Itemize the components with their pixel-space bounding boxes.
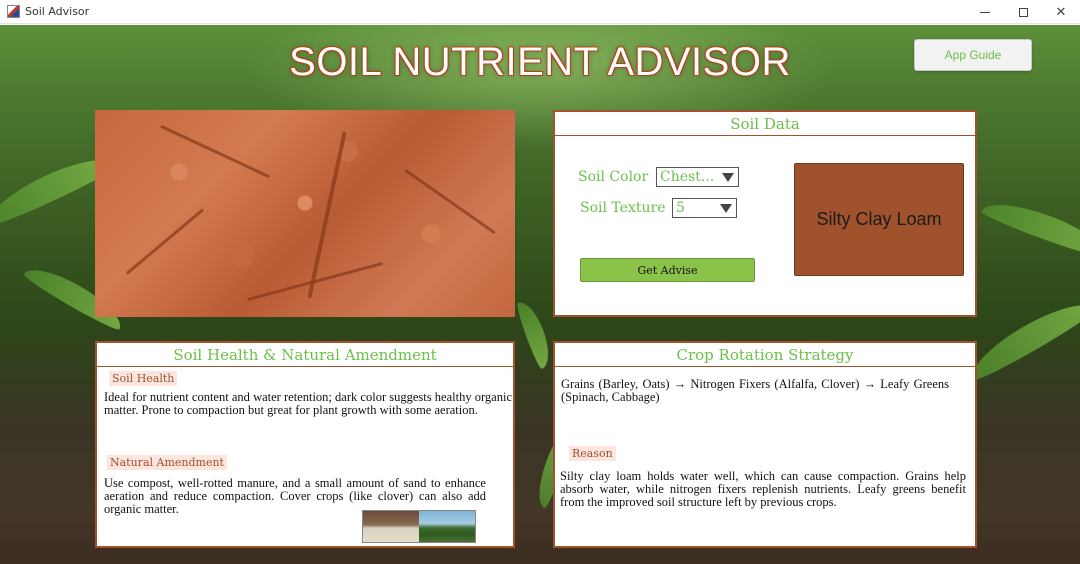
minimize-icon xyxy=(980,11,990,13)
maximize-button[interactable] xyxy=(1004,0,1042,24)
soil-type-result: Silty Clay Loam xyxy=(794,163,964,276)
soil-health-heading: Soil Health & Natural Amendment xyxy=(97,343,513,367)
soil-crack xyxy=(125,208,205,275)
field-image xyxy=(419,511,475,542)
soil-health-text: Ideal for nutrient content and water ret… xyxy=(104,390,512,417)
leaf-decoration xyxy=(514,298,556,370)
natural-amendment-tag: Natural Amendment xyxy=(107,455,227,470)
window-title: Soil Advisor xyxy=(25,5,90,18)
soil-crack xyxy=(159,124,271,179)
crop-rotation-panel: Crop Rotation Strategy Grains (Barley, O… xyxy=(553,341,977,548)
chevron-down-icon xyxy=(720,204,732,213)
get-advise-button[interactable]: Get Advise xyxy=(580,258,755,282)
soil-texture-label: Soil Texture xyxy=(580,200,666,216)
soil-color-label: Soil Color xyxy=(578,169,649,185)
close-icon: ✕ xyxy=(1055,4,1067,20)
soil-data-heading: Soil Data xyxy=(555,112,975,136)
app-guide-button[interactable]: App Guide xyxy=(914,39,1032,71)
compost-image xyxy=(363,511,419,542)
leaf-decoration xyxy=(962,291,1080,385)
soil-data-panel: Soil Data Soil Color Chest... Soil Textu… xyxy=(553,110,977,317)
window-controls: ✕ xyxy=(966,0,1080,24)
crop-rotation-heading: Crop Rotation Strategy xyxy=(555,343,975,367)
soil-image xyxy=(95,110,515,317)
close-button[interactable]: ✕ xyxy=(1042,0,1080,24)
minimize-button[interactable] xyxy=(966,0,1004,24)
app-icon xyxy=(7,5,20,18)
leaf-decoration xyxy=(979,193,1080,261)
chevron-down-icon xyxy=(722,173,734,182)
soil-health-panel: Soil Health & Natural Amendment Soil Hea… xyxy=(95,341,515,548)
soil-color-value: Chest... xyxy=(660,169,715,185)
soil-health-tag: Soil Health xyxy=(109,371,178,386)
window-titlebar: Soil Advisor ✕ xyxy=(0,0,1080,24)
soil-texture-value: 5 xyxy=(676,200,685,216)
reason-text: Silty clay loam holds water well, which … xyxy=(560,469,966,509)
soil-color-dropdown[interactable]: Chest... xyxy=(656,167,739,187)
amendment-thumbnail-image xyxy=(362,510,476,543)
maximize-icon xyxy=(1018,7,1028,17)
soil-crack xyxy=(404,168,496,235)
crop-rotation-strategy: Grains (Barley, Oats) → Nitrogen Fixers … xyxy=(561,377,949,404)
reason-tag: Reason xyxy=(569,446,616,461)
soil-texture-dropdown[interactable]: 5 xyxy=(672,198,737,218)
